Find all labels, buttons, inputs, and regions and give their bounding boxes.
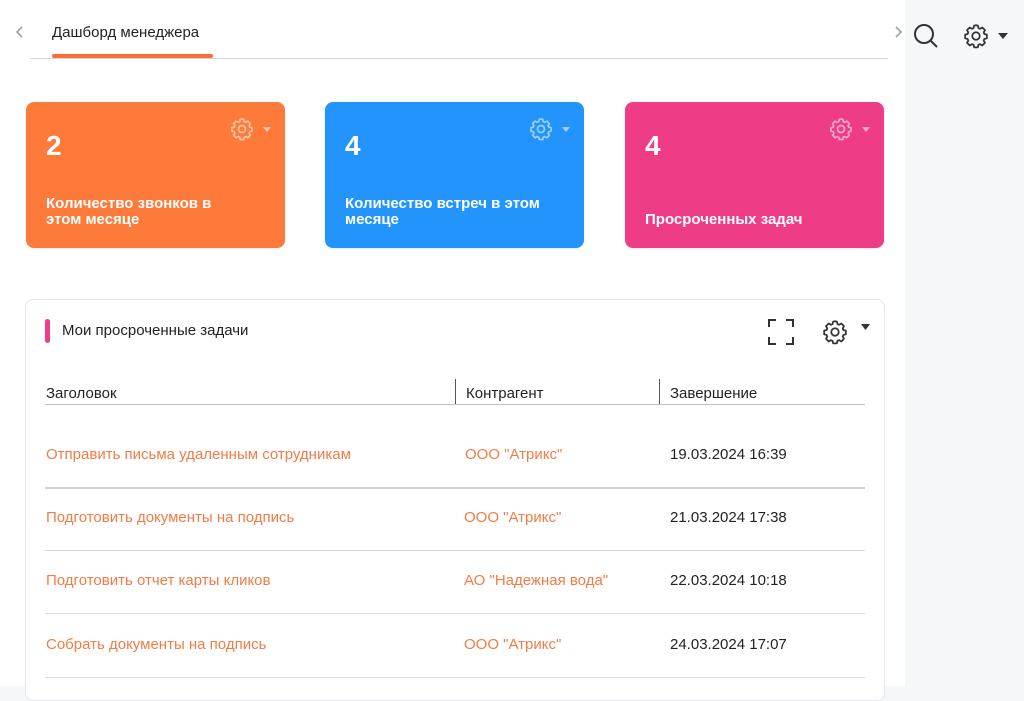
kpi-card-calls: 2 Количество звонков в этом месяце — [26, 102, 285, 248]
chevron-down-icon[interactable] — [861, 324, 870, 330]
column-divider[interactable] — [659, 379, 660, 404]
expand-icon[interactable] — [768, 319, 794, 345]
gear-icon[interactable] — [821, 318, 849, 346]
counterparty-link[interactable]: ООО "Атрикс" — [464, 636, 561, 653]
table-row[interactable]: Собрать документы на подпись ООО "Атрикс… — [45, 614, 865, 678]
gear-icon[interactable] — [229, 116, 255, 142]
chevron-down-icon[interactable] — [998, 33, 1008, 39]
kpi-card-overdue: 4 Просроченных задач — [625, 102, 884, 248]
panel-title: Мои просроченные задачи — [62, 322, 249, 339]
task-title-link[interactable]: Подготовить отчет карты кликов — [46, 572, 271, 589]
table-header-divider — [45, 404, 865, 405]
tab-strip-divider — [30, 58, 888, 59]
kpi-card-meetings: 4 Количество встреч в этом месяце — [325, 102, 584, 248]
kpi-label: Количество встреч в этом месяце — [345, 195, 540, 228]
gear-icon[interactable] — [962, 22, 990, 50]
table-row[interactable]: Подготовить отчет карты кликов АО "Надеж… — [45, 550, 865, 614]
chevron-down-icon[interactable] — [263, 127, 271, 132]
chevron-down-icon[interactable] — [562, 127, 570, 132]
due-date: 19.03.2024 16:39 — [670, 446, 787, 463]
task-title-link[interactable]: Подготовить документы на подпись — [46, 509, 294, 526]
table-row[interactable]: Подготовить документы на подпись ООО "Ат… — [45, 487, 865, 551]
tab-manager-dashboard[interactable]: Дашборд менеджера — [52, 24, 199, 41]
due-date: 21.03.2024 17:38 — [670, 509, 787, 526]
chevron-left-icon[interactable] — [12, 22, 28, 42]
column-header-counterparty[interactable]: Контрагент — [466, 385, 544, 402]
task-title-link[interactable]: Отправить письма удаленным сотрудникам — [46, 446, 351, 463]
counterparty-link[interactable]: ООО "Атрикс" — [465, 446, 562, 463]
gear-icon[interactable] — [528, 116, 554, 142]
counterparty-link[interactable]: ООО "Атрикс" — [464, 509, 561, 526]
column-header-title[interactable]: Заголовок — [46, 385, 117, 402]
due-date: 24.03.2024 17:07 — [670, 636, 787, 653]
gear-icon[interactable] — [828, 116, 854, 142]
due-date: 22.03.2024 10:18 — [670, 572, 787, 589]
counterparty-link[interactable]: АО "Надежная вода" — [464, 572, 608, 589]
kpi-label: Количество звонков в этом месяце — [46, 195, 212, 228]
column-header-due[interactable]: Завершение — [670, 385, 757, 402]
column-divider[interactable] — [455, 379, 456, 404]
panel-accent-marker — [45, 319, 50, 343]
kpi-label: Просроченных задач — [645, 211, 803, 228]
kpi-value: 4 — [345, 130, 361, 161]
kpi-value: 4 — [645, 130, 661, 161]
dashboard-main: Дашборд менеджера 2 Количество звонков в… — [0, 0, 906, 701]
overdue-tasks-panel: Мои просроченные задачи Заголовок Контра… — [25, 299, 885, 701]
table-row[interactable]: Отправить письма удаленным сотрудникам О… — [45, 424, 865, 489]
chevron-right-icon[interactable] — [890, 22, 906, 42]
search-icon[interactable] — [912, 22, 940, 50]
chevron-down-icon[interactable] — [862, 127, 870, 132]
task-title-link[interactable]: Собрать документы на подпись — [46, 636, 266, 653]
kpi-value: 2 — [46, 130, 62, 161]
